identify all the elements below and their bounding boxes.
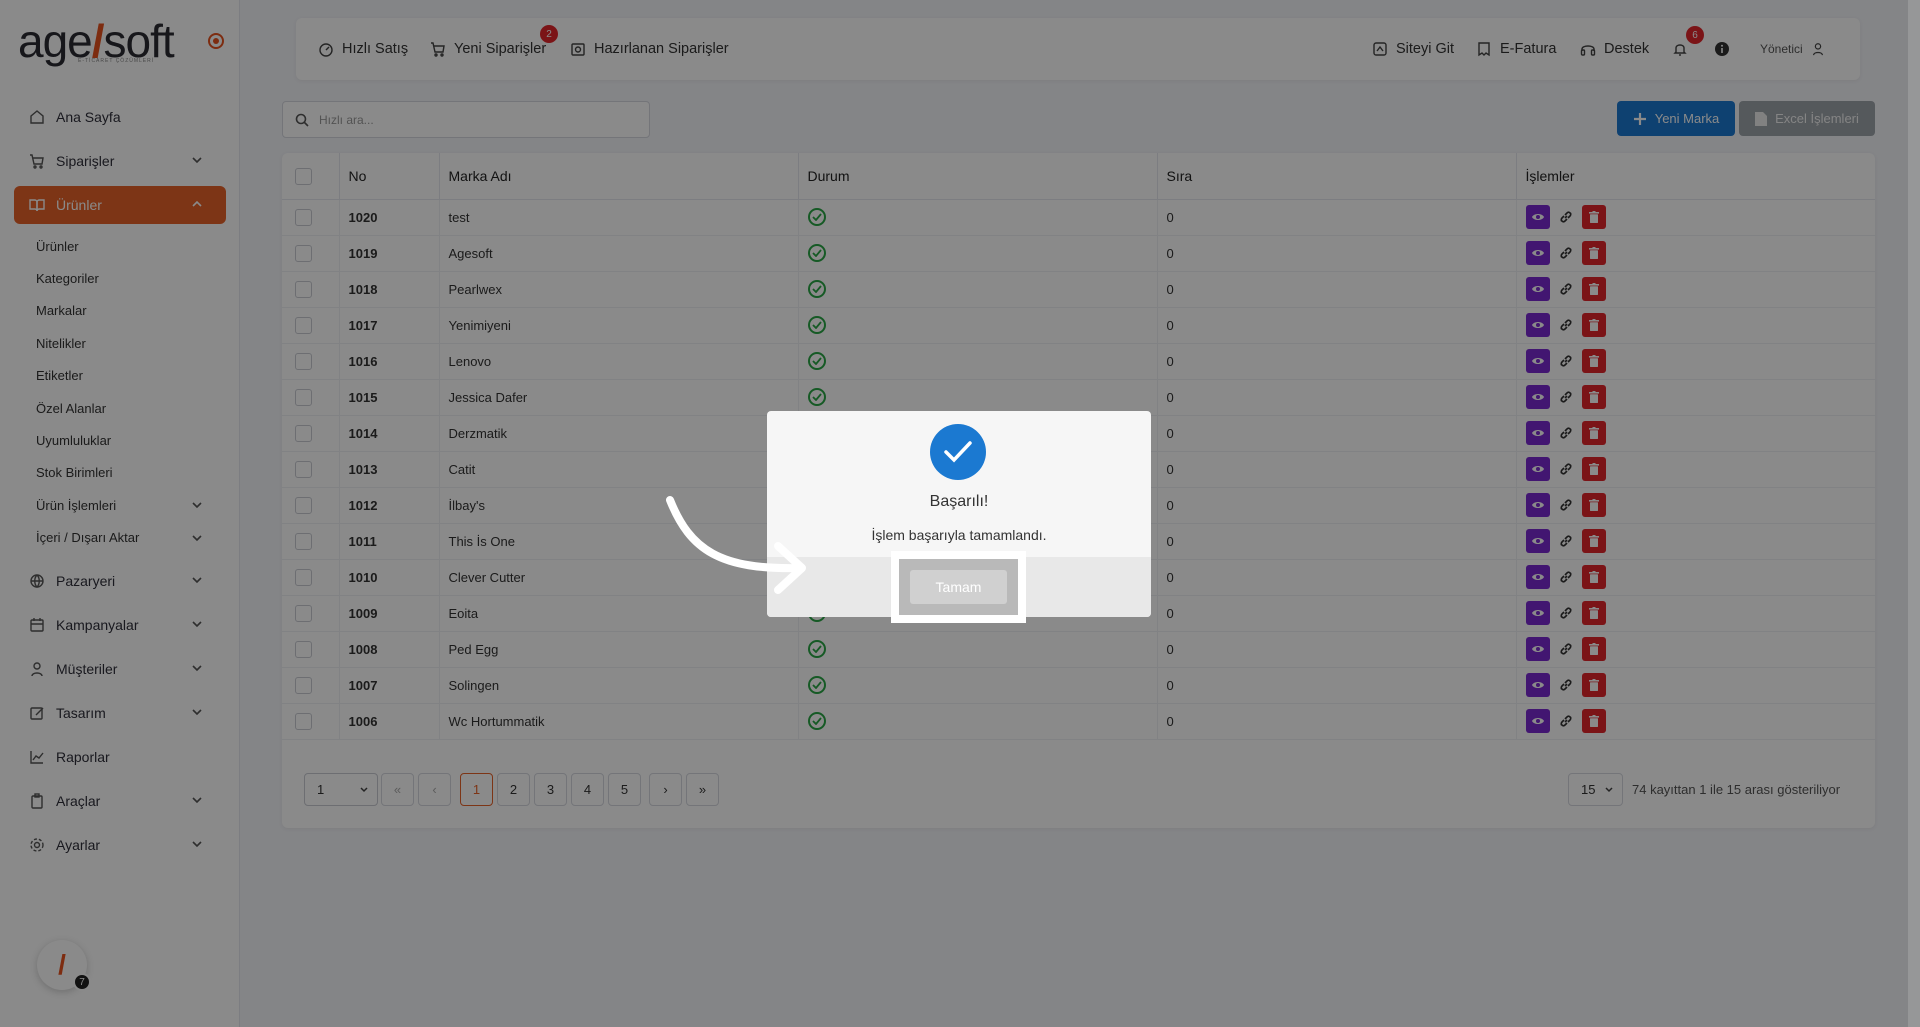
dialog-title: Başarılı! (929, 493, 989, 510)
page-scrollbar[interactable] (1908, 0, 1920, 1027)
ok-button[interactable]: Tamam (910, 570, 1007, 604)
pointer-arrow-icon (666, 496, 806, 594)
check-circle-icon (930, 424, 986, 480)
dialog-message: İşlem başarıyla tamamlandı. (871, 527, 1047, 543)
